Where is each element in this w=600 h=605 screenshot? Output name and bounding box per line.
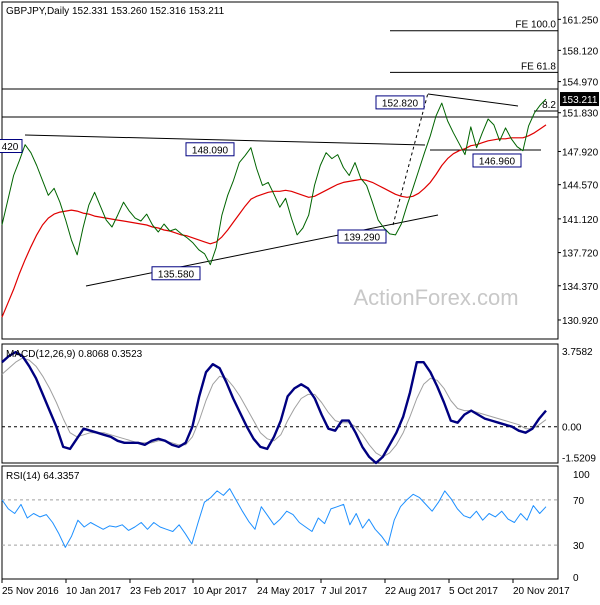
y-tick-label: 147.920 [562, 147, 599, 158]
fib-level-label: FE 61.8 [521, 61, 556, 72]
x-tick-label: 10 Jan 2017 [66, 586, 121, 597]
annotation-label: 146.960 [479, 156, 516, 167]
x-tick-label: 23 Feb 2017 [130, 586, 187, 597]
x-tick-label: 22 Aug 2017 [385, 586, 442, 597]
macd-title: MACD(12,26,9) 0.8068 0.3523 [6, 349, 143, 360]
y-tick-label: 130.920 [562, 316, 599, 327]
chart-root: ActionForex.com FE 100.0 FE 61.8 8.2 152.8… [0, 0, 600, 600]
x-tick-label: 20 Nov 2017 [513, 586, 570, 597]
y-tick-label: 137.720 [562, 249, 599, 260]
x-tick-label: 24 May 2017 [257, 586, 315, 597]
fib-level-label: 8.2 [542, 100, 556, 111]
x-tick-label: 25 Nov 2016 [2, 586, 59, 597]
x-tick-label: 5 Oct 2017 [449, 586, 498, 597]
y-tick-label: 151.830 [562, 109, 599, 120]
annotation-label: 139.290 [344, 233, 381, 244]
rsi-tick-label: 0 [573, 573, 579, 584]
annotation-label: 135.580 [158, 269, 195, 280]
rsi-tick-label: 30 [573, 541, 585, 552]
y-tick-label: 161.250 [562, 15, 599, 26]
y-tick-label: 134.370 [562, 282, 599, 293]
rsi-tick-label: 100 [573, 470, 590, 481]
rsi-title: RSI(14) 64.3357 [6, 471, 80, 482]
y-tick-label: 158.120 [562, 46, 599, 57]
x-tick-label: 10 Apr 2017 [193, 586, 247, 597]
annotation-label: 148.090 [192, 145, 229, 156]
x-tick-label: 7 Jul 2017 [321, 586, 368, 597]
fib-level-label: FE 100.0 [515, 20, 556, 31]
annotation-label: 152.820 [382, 98, 419, 109]
annotation-label: 420 [2, 142, 19, 153]
macd-tick-label: 3.7582 [562, 347, 593, 358]
watermark: ActionForex.com [353, 285, 518, 310]
y-tick-label: 141.120 [562, 215, 599, 226]
macd-tick-label: -1.5209 [562, 453, 596, 464]
y-tick-label: 144.570 [562, 181, 599, 192]
macd-tick-label: 0.00 [562, 423, 582, 434]
y-tick-label: 154.970 [562, 78, 599, 89]
price-title: GBPJPY,Daily 152.331 153.260 152.316 153… [6, 6, 225, 17]
chart-canvas: ActionForex.com FE 100.0 FE 61.8 8.2 152.8… [0, 0, 600, 600]
rsi-tick-label: 70 [573, 496, 585, 507]
current-price-label: 153.211 [562, 95, 598, 106]
